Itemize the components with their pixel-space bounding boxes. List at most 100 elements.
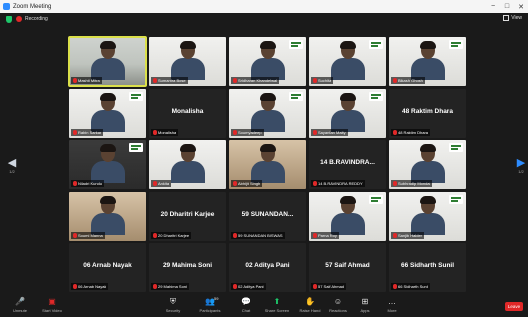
- brand-logo-icon: [289, 40, 303, 49]
- recording-label: Recording: [25, 16, 48, 22]
- zoom-app-icon: [3, 3, 10, 10]
- participant-tile[interactable]: 02 Aditya Pani 02 Aditya Pani: [229, 243, 306, 292]
- gallery-grid: Mashti Mitra Sumantra Bose Sridharan Khand…: [68, 36, 466, 293]
- participant-tile[interactable]: 57 Saif Ahmad 57 Saif Ahmad: [309, 243, 386, 292]
- participant-name-tag: Soumi Manna: [71, 231, 105, 239]
- reactions-button[interactable]: ☺ Reactions: [323, 297, 353, 313]
- participant-tile[interactable]: Rabin Sarkar: [69, 88, 146, 138]
- start-video-button[interactable]: ▣ Start Video: [37, 297, 67, 313]
- participant-tile[interactable]: Sridharan Khandelwal: [229, 37, 306, 86]
- participant-tile[interactable]: 59 SUNANDAN... 59 SUNANDAN BISWAS: [229, 191, 306, 241]
- close-button[interactable]: ✕: [514, 3, 528, 11]
- security-button[interactable]: ⛨ Security: [158, 297, 188, 313]
- participant-tile[interactable]: 66 Sidharth Sunil 66 Sidharth Sunil: [389, 243, 466, 292]
- participant-label: Ankita: [158, 181, 170, 186]
- page-number-right: 1/2: [518, 169, 524, 174]
- view-button[interactable]: View: [503, 15, 522, 21]
- participant-tile[interactable]: Subhradip Mondal: [389, 140, 466, 189]
- apps-label: Apps: [360, 308, 370, 313]
- brand-logo-icon: [369, 40, 383, 49]
- participant-name-tag: Mashti Mitra: [71, 77, 102, 84]
- participant-label: Sanjib Halder: [398, 232, 423, 238]
- participant-display-name: 57 Saif Ahmad: [325, 262, 370, 269]
- reactions-label: Reactions: [329, 308, 347, 313]
- participant-name-tag: 14 B.RAVINDRA REDDY: [311, 180, 365, 187]
- raise-hand-button[interactable]: ✋ Raise Hand: [295, 297, 325, 313]
- participant-name-tag: 57 Saif Ahmad: [311, 283, 347, 290]
- view-label: View: [511, 15, 522, 21]
- brand-logo-icon: [369, 91, 383, 101]
- chat-button[interactable]: 💬 Chat: [231, 297, 261, 313]
- shield-icon[interactable]: [6, 15, 12, 23]
- brand-logo-icon: [289, 91, 303, 101]
- participant-tile[interactable]: Sanjib Halder: [389, 191, 466, 241]
- brand-logo-icon: [129, 143, 143, 152]
- share-screen-icon: ⬆: [273, 297, 281, 306]
- apps-button[interactable]: ⊞ Apps: [350, 297, 380, 313]
- participant-video: [90, 144, 125, 183]
- participant-tile[interactable]: 48 Raktim Dhara 48 Raktim Dhara: [389, 88, 466, 138]
- participants-icon: 👥: [205, 297, 215, 306]
- mic-muted-icon: [233, 78, 237, 83]
- participant-video: [90, 41, 125, 80]
- more-icon: …: [388, 297, 396, 306]
- participant-label: Sumantra Bose: [158, 78, 186, 83]
- participant-tile[interactable]: 20 Dharitri Karjee 20 Dharitri Karjee: [149, 191, 226, 241]
- participant-label: Monalisha: [158, 129, 177, 135]
- reactions-icon: ☺: [333, 297, 343, 306]
- mic-muted-icon: [73, 232, 77, 238]
- gallery-view-icon: [503, 15, 510, 21]
- participant-tile[interactable]: Soumyadeep: [229, 88, 306, 138]
- participant-display-name: 20 Dharitri Karjee: [160, 210, 215, 218]
- participant-tile[interactable]: 29 Mahima Soni 29 Mahima Soni: [149, 243, 226, 292]
- mic-muted-icon: [313, 232, 317, 238]
- participant-tile[interactable]: Mashti Mitra: [68, 36, 147, 87]
- previous-page-button[interactable]: ◀ 1/2: [6, 156, 18, 174]
- participant-label: Soumi Manna: [78, 232, 103, 238]
- participant-video: [330, 92, 365, 132]
- participant-tile[interactable]: Soumi Manna: [69, 191, 146, 241]
- participant-display-name: 59 SUNANDAN...: [241, 210, 294, 218]
- participant-name-tag: 66 Sidharth Sunil: [391, 283, 431, 290]
- unmute-button[interactable]: 🎤 Unmute: [5, 297, 35, 313]
- participant-name-tag: Sanjib Halder: [391, 231, 425, 239]
- mic-muted-icon: [73, 78, 77, 83]
- next-page-button[interactable]: ▶ 1/2: [515, 156, 527, 174]
- share-screen-button[interactable]: ⬆ Share Screen: [262, 297, 292, 313]
- participant-video: [330, 195, 365, 235]
- participant-tile[interactable]: Ankita: [149, 140, 226, 189]
- participant-video: [250, 92, 285, 132]
- participant-tile[interactable]: Suchita: [309, 37, 386, 86]
- participant-name-tag: Niladri Kundu: [71, 180, 105, 187]
- unmute-label: Unmute: [12, 308, 27, 313]
- leave-button[interactable]: Leave: [505, 302, 523, 311]
- participant-video: [410, 195, 445, 235]
- meeting-toolbar: 🎤 Unmute ▣ Start Video ⛨ Security 👥 59 P…: [0, 294, 528, 317]
- participant-label: Niladri Kundu: [78, 181, 103, 186]
- participant-video: [170, 144, 205, 183]
- participant-name-tag: Sayantan Maity: [311, 128, 348, 136]
- participant-tile[interactable]: Bikash Ghosh: [389, 37, 466, 86]
- participant-tile[interactable]: 14 B.RAVINDRA... 14 B.RAVINDRA REDDY: [309, 140, 386, 189]
- participant-label: 02 Aditya Pani: [238, 284, 264, 289]
- mic-muted-icon: [233, 181, 237, 186]
- participant-tile[interactable]: Monalisha Monalisha: [149, 88, 226, 138]
- minimize-button[interactable]: −: [486, 3, 500, 11]
- participant-label: 59 SUNANDAN BISWAS: [238, 232, 283, 238]
- participant-tile[interactable]: Sumantra Bose: [149, 37, 226, 86]
- participant-name-tag: Ankita: [151, 180, 172, 187]
- mic-muted-icon: [153, 181, 157, 186]
- participant-name-tag: 06 Arnab Nayak: [71, 283, 109, 290]
- participant-name-tag: Suchita: [311, 77, 334, 84]
- participant-video: [90, 195, 125, 235]
- more-button[interactable]: … More: [377, 297, 407, 313]
- participant-tile[interactable]: 06 Arnab Nayak 06 Arnab Nayak: [69, 243, 146, 292]
- participant-tile[interactable]: Sayantan Maity: [309, 88, 386, 138]
- participant-name-tag: Soumyadeep: [231, 128, 264, 136]
- participant-tile[interactable]: Abhijit Singh: [229, 140, 306, 189]
- participant-tile[interactable]: Parna Roy: [309, 191, 386, 241]
- participant-label: 57 Saif Ahmad: [318, 284, 345, 289]
- maximize-button[interactable]: □: [500, 3, 514, 11]
- participants-button[interactable]: 👥 59 Participants: [195, 296, 225, 313]
- participant-tile[interactable]: Niladri Kundu: [69, 140, 146, 189]
